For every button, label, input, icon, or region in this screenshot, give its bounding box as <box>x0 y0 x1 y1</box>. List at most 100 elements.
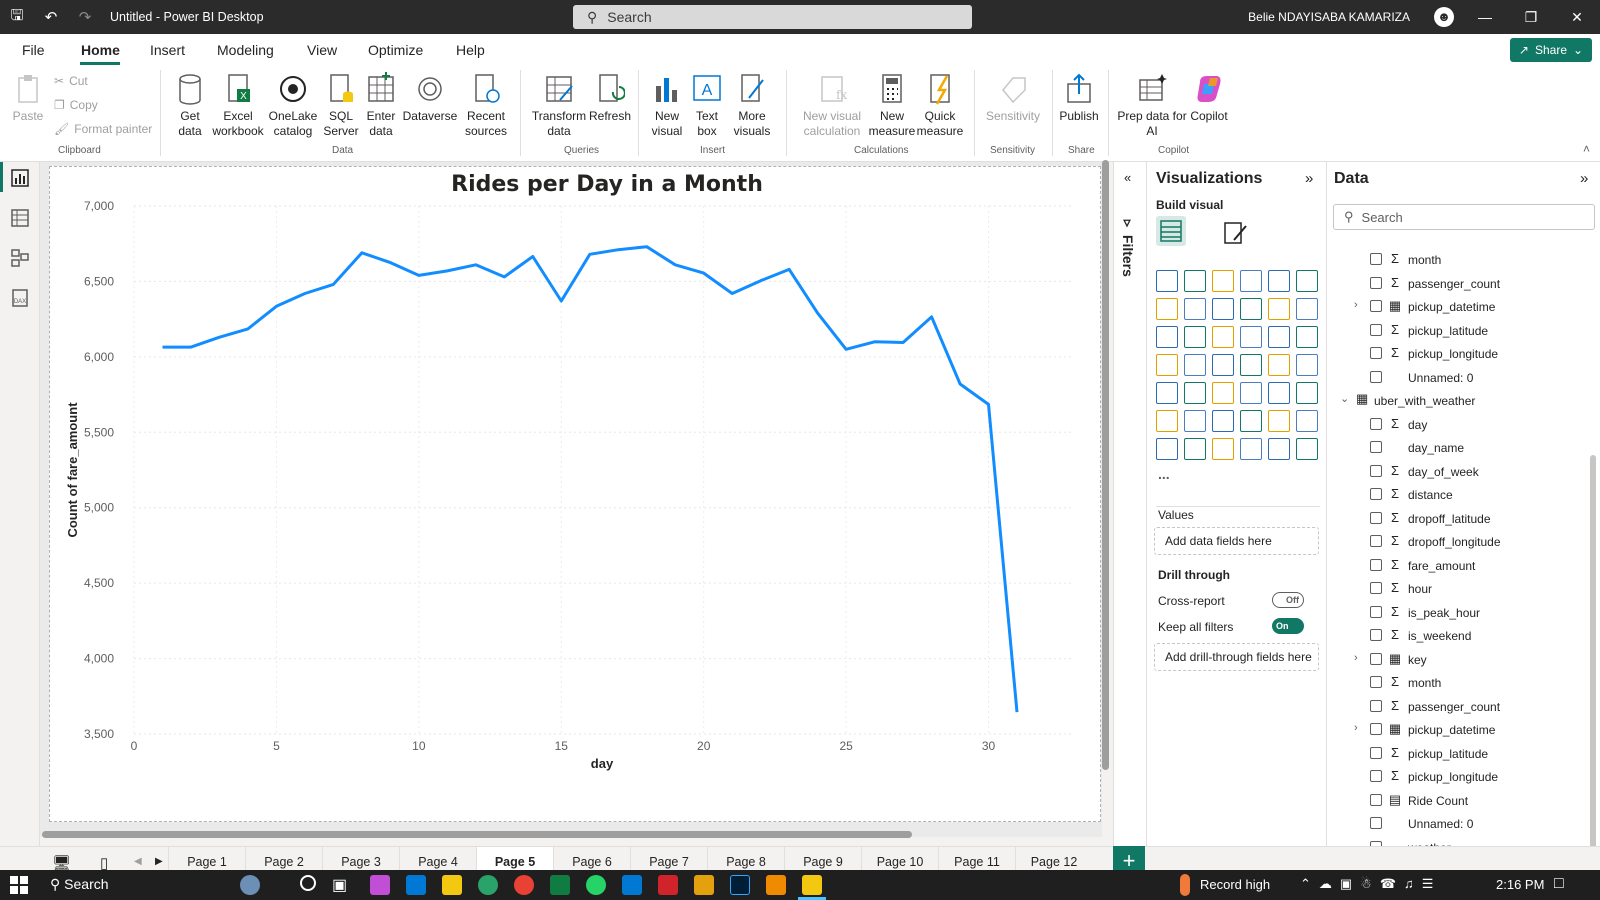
dataverse-button[interactable]: Dataverse <box>402 72 458 124</box>
table-visual-icon[interactable] <box>1240 382 1262 404</box>
field-row[interactable]: Σfare_amount <box>1326 554 1598 578</box>
close-icon[interactable]: ✕ <box>1554 0 1600 34</box>
scatter-visual-icon[interactable] <box>1212 326 1234 348</box>
table-view-icon[interactable] <box>10 208 30 228</box>
chevron-right-icon[interactable]: › <box>1354 722 1358 734</box>
ribbon-visual-icon[interactable] <box>1296 298 1318 320</box>
paginated-report-visual-icon[interactable] <box>1156 438 1178 460</box>
line-chart[interactable]: 3,500 4,000 4,500 5,000 5,500 6,000 6,500 7,000… <box>49 166 1101 822</box>
field-row[interactable]: Σday_of_week <box>1326 460 1598 484</box>
next-page-icon[interactable]: ▶ <box>155 856 163 867</box>
power-bi-taskbar-icon[interactable] <box>802 875 822 895</box>
prep-data-ai-button[interactable]: Prep data for AI <box>1116 72 1188 139</box>
expand-filters-icon[interactable]: « <box>1124 170 1131 185</box>
field-row[interactable]: Σhour <box>1326 577 1598 601</box>
new-visual-button[interactable]: New visual <box>648 72 686 139</box>
menu-home[interactable]: Home <box>81 42 120 58</box>
chevron-right-icon[interactable]: › <box>1354 652 1358 664</box>
pie-visual-icon[interactable] <box>1240 326 1262 348</box>
field-row[interactable]: › ▦ key <box>1326 648 1598 672</box>
field-row[interactable]: Σis_peak_hour <box>1326 601 1598 625</box>
stacked-bar-visual-icon[interactable] <box>1156 270 1178 292</box>
data-search-input[interactable]: ⚲ Search <box>1333 204 1595 230</box>
field-row[interactable]: ▤ Ride Count <box>1326 789 1598 813</box>
paste-button[interactable]: Paste <box>10 72 46 124</box>
matrix-visual-icon[interactable] <box>1268 382 1290 404</box>
cut-button[interactable]: ✂ Cut <box>54 74 88 88</box>
previous-page-icon[interactable]: ◀ <box>134 856 142 867</box>
filled-map-visual-icon[interactable] <box>1184 354 1206 376</box>
donut-visual-icon[interactable] <box>1268 326 1290 348</box>
field-row[interactable]: Σpassenger_count <box>1326 272 1598 296</box>
field-row[interactable]: Σdropoff_latitude <box>1326 507 1598 531</box>
field-row[interactable]: Unnamed: 0 <box>1326 366 1598 390</box>
field-row[interactable]: Σis_weekend <box>1326 624 1598 648</box>
build-visual-tab[interactable] <box>1156 216 1186 246</box>
chrome-icon[interactable] <box>514 875 534 895</box>
transform-data-button[interactable]: Transform data <box>530 72 588 139</box>
line-clustered-column-visual-icon[interactable] <box>1268 298 1290 320</box>
field-checkbox[interactable] <box>1370 488 1382 500</box>
new-visual-calculation-button[interactable]: fx New visual calculation <box>798 72 866 139</box>
weather-label[interactable]: Record high <box>1200 877 1270 892</box>
field-checkbox[interactable] <box>1370 558 1382 571</box>
vscode-icon[interactable] <box>622 875 642 895</box>
edge-icon[interactable] <box>478 875 498 895</box>
field-checkbox[interactable] <box>1370 253 1382 265</box>
100-column-visual-icon[interactable] <box>1296 270 1318 292</box>
field-row[interactable]: › ▦ pickup_datetime <box>1326 718 1598 742</box>
stacked-area-visual-icon[interactable] <box>1212 298 1234 320</box>
file-explorer-icon[interactable] <box>442 875 462 895</box>
azure-map-visual-icon[interactable] <box>1240 354 1262 376</box>
field-checkbox[interactable] <box>1370 676 1382 688</box>
sensitivity-button[interactable]: Sensitivity <box>982 72 1044 124</box>
keep-filters-toggle[interactable]: On <box>1272 618 1304 634</box>
field-checkbox[interactable] <box>1370 582 1382 594</box>
clustered-bar-visual-icon[interactable] <box>1212 270 1234 292</box>
menu-modeling[interactable]: Modeling <box>217 42 274 58</box>
kpi-visual-icon[interactable] <box>1184 382 1206 404</box>
table-uber-with-weather[interactable]: ⌄ ▦ uber_with_weather <box>1326 389 1598 413</box>
field-checkbox[interactable] <box>1370 723 1382 735</box>
menu-file[interactable]: File <box>22 42 45 58</box>
field-row[interactable]: Σdistance <box>1326 483 1598 507</box>
sql-server-button[interactable]: SQL Server <box>322 72 360 139</box>
field-checkbox[interactable] <box>1370 746 1382 759</box>
filters-label[interactable]: ▿ Filters <box>1120 215 1136 277</box>
more-visuals-button[interactable]: More visuals <box>728 72 776 139</box>
copy-button[interactable]: ❐ Copy <box>54 98 98 112</box>
excel-workbook-button[interactable]: X Excel workbook <box>209 72 267 139</box>
save-icon[interactable]: 🖫 <box>0 0 34 34</box>
field-checkbox[interactable] <box>1370 417 1382 430</box>
excel-taskbar-icon[interactable] <box>550 875 570 895</box>
menu-help[interactable]: Help <box>456 42 485 58</box>
field-checkbox[interactable] <box>1370 323 1382 336</box>
map-visual-icon[interactable] <box>1156 354 1178 376</box>
smart-narrative-visual-icon[interactable] <box>1268 410 1290 432</box>
key-influencers-visual-icon[interactable] <box>1184 410 1206 432</box>
horizontal-scrollbar[interactable] <box>42 831 912 838</box>
new-measure-button[interactable]: New measure <box>868 72 916 139</box>
field-checkbox[interactable] <box>1370 535 1382 547</box>
field-row[interactable]: Σday <box>1326 413 1598 437</box>
field-checkbox[interactable] <box>1370 629 1382 641</box>
copilot-taskbar-icon[interactable] <box>370 875 390 895</box>
onelake-catalog-button[interactable]: OneLake catalog <box>267 72 319 139</box>
arrow-visual-icon[interactable] <box>1296 438 1318 460</box>
system-tray-icons[interactable]: ⌃☁▣☃☎♫☰ <box>1300 876 1441 892</box>
field-row[interactable]: Σpickup_latitude <box>1326 742 1598 766</box>
stacked-column-visual-icon[interactable] <box>1184 270 1206 292</box>
vlc-icon[interactable] <box>766 875 786 895</box>
chevron-right-icon[interactable]: › <box>1354 299 1358 311</box>
taskbar-search[interactable]: ⚲ Search <box>50 876 109 893</box>
treemap-visual-icon[interactable] <box>1296 326 1318 348</box>
menu-insert[interactable]: Insert <box>150 42 185 58</box>
store-icon[interactable] <box>406 875 426 895</box>
get-data-button[interactable]: Get data <box>168 72 212 139</box>
field-row[interactable]: Σpassenger_count <box>1326 695 1598 719</box>
chevron-down-icon[interactable]: ⌄ <box>1340 392 1349 405</box>
decomposition-tree-visual-icon[interactable] <box>1212 410 1234 432</box>
field-checkbox[interactable] <box>1370 770 1382 782</box>
vertical-scrollbar[interactable] <box>1102 160 1109 770</box>
multi-row-card-visual-icon[interactable] <box>1156 382 1178 404</box>
